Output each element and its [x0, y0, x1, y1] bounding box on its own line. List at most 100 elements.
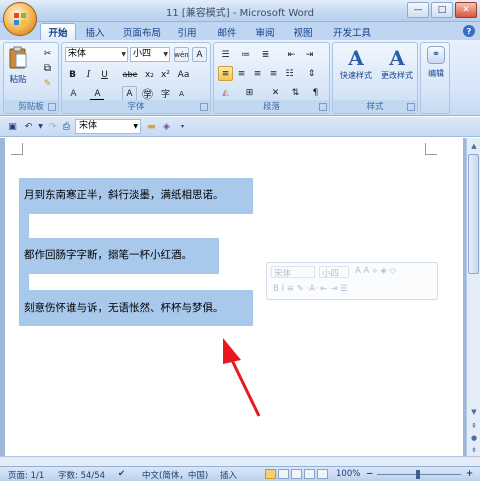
mini-toolbar[interactable]: 宋体 小四 A A ⟡ ◈ ◇ B I ≡ ✎ ·A· ⇤ ⇥ ☰: [266, 262, 438, 300]
paste-label: 粘贴: [9, 75, 27, 85]
font-size-select[interactable]: 小四 ▼: [130, 47, 170, 62]
line-spacing-icon[interactable]: ⇕: [304, 66, 319, 81]
outline-view-icon[interactable]: [304, 469, 315, 479]
office-button[interactable]: [3, 2, 37, 36]
customize-qat-icon[interactable]: ▾: [176, 120, 189, 133]
tab-review[interactable]: 审阅: [250, 23, 280, 40]
scroll-thumb[interactable]: [468, 154, 479, 274]
word-count[interactable]: 字数: 54/54: [58, 469, 105, 481]
borders-icon[interactable]: ⊞: [242, 85, 257, 100]
chinese-layout-icon[interactable]: ✕: [268, 85, 283, 100]
strikethrough-button[interactable]: abe: [120, 67, 140, 82]
change-styles-button[interactable]: A 更改样式: [377, 46, 417, 81]
underline-button[interactable]: U: [97, 67, 112, 82]
align-center-icon[interactable]: ≡: [234, 66, 249, 81]
zoom-in-button[interactable]: +: [466, 469, 473, 479]
web-layout-view-icon[interactable]: [291, 469, 302, 479]
subscript-button[interactable]: x₂: [142, 67, 157, 82]
prev-page-icon[interactable]: ⇞: [468, 420, 480, 432]
text-line-3[interactable]: 刻意伤怀谁与诉，无语怅然、杯杯与梦俱。: [24, 300, 224, 315]
tab-home[interactable]: 开始: [40, 23, 76, 40]
justify-icon[interactable]: ≡: [266, 66, 281, 81]
scroll-up-icon[interactable]: ▲: [468, 140, 480, 152]
enclose-char-icon[interactable]: ㊫: [140, 86, 155, 101]
align-right-icon[interactable]: ≡: [250, 66, 265, 81]
paste-button[interactable]: 粘贴: [7, 46, 29, 85]
mini-format-icons[interactable]: A A ⟡ ◈ ◇: [355, 266, 396, 276]
change-case-button[interactable]: Aa: [176, 67, 191, 82]
shading-icon[interactable]: ◭: [218, 85, 233, 100]
char-shading-button[interactable]: A: [122, 86, 137, 101]
close-button[interactable]: ✕: [455, 2, 477, 18]
font-launcher-icon[interactable]: [200, 103, 208, 111]
qat-font-select[interactable]: 宋体 ▼: [75, 119, 141, 134]
title-bar: 11 [兼容模式] - Microsoft Word — □ ✕: [0, 0, 480, 36]
align-left-icon[interactable]: ≡: [218, 66, 233, 81]
font-family-value: 宋体: [68, 49, 87, 59]
styles-launcher-icon[interactable]: [407, 103, 415, 111]
multilevel-list-icon[interactable]: ≣: [258, 47, 273, 62]
scroll-down-icon[interactable]: ▼: [468, 406, 480, 418]
ribbon-tabs: 开始 插入 页面布局 引用 邮件 审阅 视图 开发工具 ?: [0, 22, 480, 40]
increase-indent-icon[interactable]: ⇥: [302, 47, 317, 62]
tab-mailings[interactable]: 邮件: [212, 23, 242, 40]
bold-button[interactable]: B: [65, 67, 80, 82]
zoom-out-button[interactable]: −: [366, 469, 373, 479]
sort-icon[interactable]: ⇅: [288, 85, 303, 100]
clipboard-launcher-icon[interactable]: [48, 103, 56, 111]
phonetic-guide-button[interactable]: wén: [174, 47, 189, 62]
print-preview-icon[interactable]: ⎙: [60, 120, 73, 133]
paragraph-launcher-icon[interactable]: [319, 103, 327, 111]
char-border-button[interactable]: A: [192, 47, 207, 62]
tab-insert[interactable]: 插入: [80, 23, 110, 40]
mini-size-select[interactable]: 小四: [319, 266, 349, 279]
full-screen-view-icon[interactable]: [278, 469, 289, 479]
decrease-indent-icon[interactable]: ⇤: [284, 47, 299, 62]
distributed-icon[interactable]: ☷: [282, 66, 297, 81]
show-marks-icon[interactable]: ¶: [308, 85, 323, 100]
font-family-select[interactable]: 宋体 ▼: [65, 47, 128, 62]
page-count[interactable]: 页面: 1/1: [8, 469, 44, 481]
editing-group: ⚭ 编辑: [420, 42, 450, 114]
draft-view-icon[interactable]: [317, 469, 328, 479]
italic-button[interactable]: I: [81, 67, 96, 82]
insert-mode[interactable]: 插入: [220, 469, 237, 481]
editing-button[interactable]: ⚭ 编辑: [423, 46, 449, 79]
tab-references[interactable]: 引用: [172, 23, 202, 40]
grow-font-button[interactable]: 字: [158, 86, 173, 101]
help-icon[interactable]: ?: [463, 25, 475, 37]
custom-tool-icon[interactable]: ◈: [160, 120, 173, 133]
cut-icon[interactable]: ✂: [40, 46, 55, 61]
tab-developer[interactable]: 开发工具: [328, 23, 376, 40]
horizontal-scrollbar[interactable]: [0, 456, 480, 466]
quick-styles-button[interactable]: A 快速样式: [336, 46, 376, 81]
text-line-2[interactable]: 都作回肠字字断，搦笔一杯小红酒。: [24, 247, 192, 262]
shrink-font-button[interactable]: A: [174, 86, 189, 101]
superscript-button[interactable]: x²: [158, 67, 173, 82]
format-painter-icon[interactable]: ✎: [40, 76, 55, 91]
text-line-1[interactable]: 月到东南寒正半，斜行淡墨，满纸相思诺。: [24, 187, 224, 202]
print-layout-view-icon[interactable]: [265, 469, 276, 479]
zoom-slider-thumb[interactable]: [416, 470, 420, 479]
maximize-button[interactable]: □: [431, 2, 453, 18]
mini-font-select[interactable]: 宋体: [271, 266, 315, 279]
tab-view[interactable]: 视图: [288, 23, 318, 40]
change-styles-icon: A: [389, 46, 405, 70]
copy-icon[interactable]: ⧉: [40, 61, 55, 76]
save-icon[interactable]: ▣: [6, 120, 19, 133]
bullets-icon[interactable]: ☰: [218, 47, 233, 62]
tab-page-layout[interactable]: 页面布局: [118, 23, 166, 40]
vertical-scrollbar[interactable]: ▲ ▼ ⇞ ● ⇟: [466, 138, 480, 456]
proofing-icon[interactable]: ✔: [118, 469, 125, 479]
mini-bottom-icons[interactable]: B I ≡ ✎ ·A· ⇤ ⇥ ☰: [273, 284, 348, 294]
minimize-button[interactable]: —: [407, 2, 429, 18]
red-arrow-annotation: [223, 338, 261, 417]
editing-label: 编辑: [428, 69, 444, 78]
browse-object-icon[interactable]: ●: [468, 432, 480, 444]
zoom-level[interactable]: 100%: [336, 469, 360, 479]
next-page-icon[interactable]: ⇟: [468, 444, 480, 456]
open-folder-icon[interactable]: ▬: [145, 120, 158, 133]
numbering-icon[interactable]: ≔: [238, 47, 253, 62]
redo-icon[interactable]: ↷: [46, 120, 59, 133]
language-indicator[interactable]: 中文(简体，中国): [142, 469, 208, 481]
